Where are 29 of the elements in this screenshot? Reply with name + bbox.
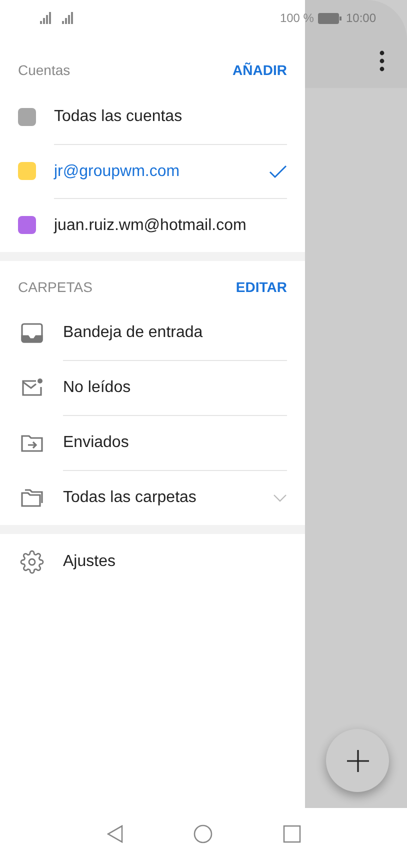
compose-button[interactable] <box>326 729 389 792</box>
account-label: juan.ruiz.wm@hotmail.com <box>54 216 248 236</box>
account-label: Todas las cuentas <box>54 107 184 127</box>
section-title: Cuentas <box>18 60 70 80</box>
folder-label: No leídos <box>63 378 132 398</box>
plus-icon <box>346 750 368 772</box>
section-title: CARPETAS <box>18 278 92 296</box>
check-icon <box>269 164 287 178</box>
folder-item[interactable]: No leídos <box>0 360 305 415</box>
account-item[interactable]: jr@groupwm.com <box>0 144 305 198</box>
edit-folders-button[interactable]: EDITAR <box>236 276 287 298</box>
folder-label: Todas las carpetas <box>63 488 198 508</box>
battery-level: 100 % <box>280 10 314 27</box>
add-account-button[interactable]: AÑADIR <box>232 60 287 80</box>
recents-icon[interactable] <box>282 825 300 843</box>
settings-item[interactable]: Ajustes <box>0 534 305 589</box>
clock: 10:00 <box>346 10 376 27</box>
folder-item[interactable]: Bandeja de entrada <box>0 305 305 360</box>
account-label: jr@groupwm.com <box>54 162 181 182</box>
inbox-icon <box>20 320 44 344</box>
more-icon[interactable] <box>379 50 385 72</box>
settings-icon <box>20 550 44 574</box>
folder-label: Bandeja de entrada <box>63 322 204 342</box>
account-item[interactable]: Todas las cuentas <box>0 90 305 144</box>
back-icon[interactable] <box>106 825 122 843</box>
settings-label: Ajustes <box>63 552 116 572</box>
folder-item[interactable]: Enviados <box>0 415 305 470</box>
folder-label: Enviados <box>63 433 130 453</box>
home-icon[interactable] <box>192 824 212 844</box>
